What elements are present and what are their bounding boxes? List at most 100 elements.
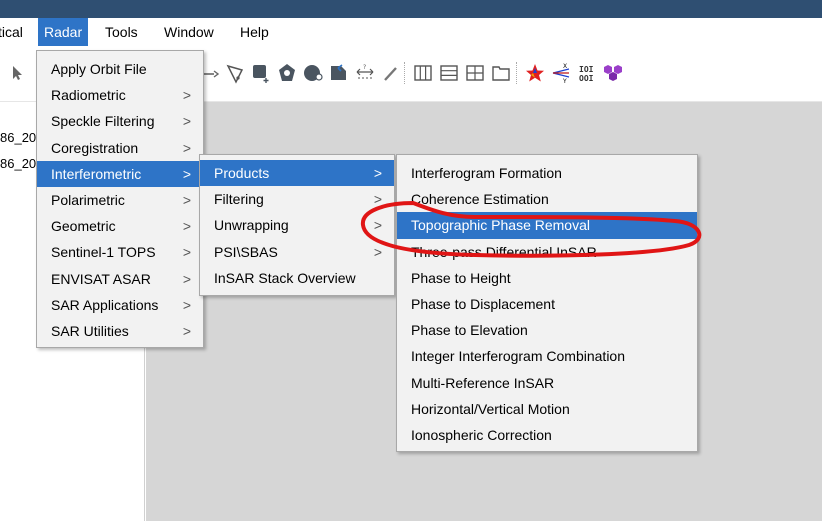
- submenu-arrow-icon: >: [373, 191, 382, 208]
- submenu-arrow-icon: >: [182, 165, 191, 182]
- product-list-item[interactable]: 86_20: [0, 130, 36, 145]
- menu-item-phase-to-elevation[interactable]: Phase to Elevation: [397, 317, 697, 343]
- purple-cluster-icon[interactable]: [600, 60, 626, 86]
- menu-item-label: Unwrapping: [214, 217, 289, 234]
- submenu-arrow-icon: >: [182, 296, 191, 313]
- menu-window[interactable]: Window: [158, 18, 220, 46]
- tile-vertical-icon[interactable]: [410, 60, 436, 86]
- menu-item-integer-interferogram-combination[interactable]: Integer Interferogram Combination: [397, 343, 697, 369]
- menu-item-label: SAR Utilities: [51, 322, 129, 339]
- menu-item-geometric[interactable]: Geometric >: [37, 213, 203, 239]
- menu-item-label: Sentinel-1 TOPS: [51, 244, 156, 261]
- star-plugin-icon[interactable]: [522, 60, 548, 86]
- cursor-icon[interactable]: [4, 60, 30, 86]
- product-list-item[interactable]: 86_20: [0, 156, 36, 171]
- submenu-arrow-icon: >: [373, 217, 382, 234]
- svg-text:Y: Y: [562, 78, 567, 84]
- submenu-arrow-icon: >: [182, 270, 191, 287]
- menu-help[interactable]: Help: [234, 18, 275, 46]
- menu-item-sentinel-1-tops[interactable]: Sentinel-1 TOPS >: [37, 239, 203, 265]
- submenu-arrow-icon: >: [373, 243, 382, 260]
- menu-item-sar-applications[interactable]: SAR Applications >: [37, 292, 203, 318]
- menu-item-sar-utilities[interactable]: SAR Utilities >: [37, 318, 203, 344]
- submenu-arrow-icon: >: [373, 165, 382, 181]
- menu-item-label: Filtering: [214, 191, 264, 208]
- range-finder-icon[interactable]: ?: [352, 60, 378, 86]
- menu-item-products[interactable]: Products >: [200, 160, 394, 187]
- window-title-bar: [0, 0, 822, 18]
- menu-item-speckle-filtering[interactable]: Speckle Filtering >: [37, 108, 203, 134]
- menu-item-label: Ionospheric Correction: [411, 426, 552, 443]
- products-submenu: Interferogram Formation Coherence Estima…: [396, 154, 698, 452]
- svg-text:X: X: [563, 63, 567, 70]
- menu-item-label: Phase to Elevation: [411, 322, 528, 339]
- submenu-arrow-icon: >: [182, 113, 191, 130]
- menu-item-label: SAR Applications: [51, 296, 159, 313]
- menu-item-label: Geometric: [51, 218, 116, 235]
- radar-menu: Apply Orbit File Radiometric > Speckle Fi…: [36, 50, 204, 348]
- menu-item-label: Three-pass Differential InSAR: [411, 243, 597, 260]
- interferometric-submenu: Products > Filtering > Unwrapping > PSI\SBA…: [199, 154, 395, 296]
- menu-item-phase-to-height[interactable]: Phase to Height: [397, 265, 697, 291]
- menu-item-label: Interferogram Formation: [411, 165, 562, 181]
- menu-item-label: PSI\SBAS: [214, 243, 278, 260]
- menu-item-interferometric[interactable]: Interferometric >: [37, 160, 203, 187]
- binary-icon[interactable]: IOI OOI: [574, 60, 600, 86]
- menu-item-coherence-estimation[interactable]: Coherence Estimation: [397, 186, 697, 212]
- menu-item-apply-orbit-file[interactable]: Apply Orbit File: [37, 56, 203, 82]
- xy-axes-icon[interactable]: XY: [548, 60, 574, 86]
- menu-item-multi-reference-insar[interactable]: Multi-Reference InSAR: [397, 370, 697, 396]
- menu-item-label: Coregistration: [51, 139, 139, 156]
- toolbar-separator: [516, 62, 517, 84]
- menu-item-label: Products: [214, 165, 270, 181]
- menu-item-horizontal-vertical-motion[interactable]: Horizontal/Vertical Motion: [397, 396, 697, 422]
- svg-text:IOI: IOI: [579, 65, 594, 74]
- svg-text:?: ?: [363, 64, 366, 71]
- menu-item-unwrapping[interactable]: Unwrapping >: [200, 212, 394, 238]
- menu-item-topographic-phase-removal[interactable]: Topographic Phase Removal: [397, 212, 697, 239]
- draw-polygon-icon[interactable]: [222, 60, 248, 86]
- menu-item-psi-sbas[interactable]: PSI\SBAS >: [200, 239, 394, 265]
- zoom-icon[interactable]: [300, 60, 326, 86]
- submenu-arrow-icon: >: [182, 87, 191, 104]
- magic-wand-icon[interactable]: [378, 60, 404, 86]
- toolbar-separator: [404, 62, 405, 84]
- add-rectangle-icon[interactable]: [248, 60, 274, 86]
- submenu-arrow-icon: >: [182, 322, 191, 339]
- submenu-arrow-icon: >: [182, 218, 191, 235]
- menu-item-label: InSAR Stack Overview: [214, 269, 356, 286]
- menu-item-insar-stack-overview[interactable]: InSAR Stack Overview: [200, 265, 394, 291]
- menu-item-label: Multi-Reference InSAR: [411, 374, 555, 391]
- tile-window-icon[interactable]: [488, 60, 514, 86]
- menu-item-label: Radiometric: [51, 87, 126, 104]
- menu-item-coregistration[interactable]: Coregistration >: [37, 135, 203, 161]
- menu-item-label: Phase to Displacement: [411, 295, 555, 312]
- menu-item-polarimetric[interactable]: Polarimetric >: [37, 187, 203, 213]
- menu-item-label: Coherence Estimation: [411, 191, 549, 208]
- menu-item-label: Apply Orbit File: [51, 61, 147, 77]
- svg-text:OOI: OOI: [579, 74, 594, 83]
- submenu-arrow-icon: >: [182, 139, 191, 156]
- menu-item-interferogram-formation[interactable]: Interferogram Formation: [397, 160, 697, 186]
- tile-horizontal-icon[interactable]: [436, 60, 462, 86]
- menu-radar[interactable]: Radar: [38, 18, 89, 46]
- menu-item-ionospheric-correction[interactable]: Ionospheric Correction: [397, 422, 697, 448]
- menu-item-label: Topographic Phase Removal: [411, 217, 590, 234]
- menu-item-label: Integer Interferogram Combination: [411, 348, 625, 365]
- tile-grid-icon[interactable]: [462, 60, 488, 86]
- submenu-arrow-icon: >: [182, 244, 191, 261]
- menu-tools[interactable]: Tools: [99, 18, 144, 46]
- import-vector-icon[interactable]: [326, 60, 352, 86]
- menu-item-envisat-asar[interactable]: ENVISAT ASAR >: [37, 266, 203, 292]
- menu-item-radiometric[interactable]: Radiometric >: [37, 82, 203, 108]
- menu-item-label: Phase to Height: [411, 269, 511, 286]
- menu-view-partial[interactable]: tical: [0, 18, 29, 46]
- menu-item-three-pass-differential-insar[interactable]: Three-pass Differential InSAR: [397, 239, 697, 265]
- menu-item-label: Interferometric: [51, 165, 142, 182]
- submenu-arrow-icon: >: [182, 191, 191, 208]
- pan-icon[interactable]: [274, 60, 300, 86]
- menu-item-filtering[interactable]: Filtering >: [200, 186, 394, 212]
- menu-item-label: ENVISAT ASAR: [51, 270, 151, 287]
- menu-item-phase-to-displacement[interactable]: Phase to Displacement: [397, 291, 697, 317]
- menu-bar: tical Radar Tools Window Help: [0, 18, 822, 46]
